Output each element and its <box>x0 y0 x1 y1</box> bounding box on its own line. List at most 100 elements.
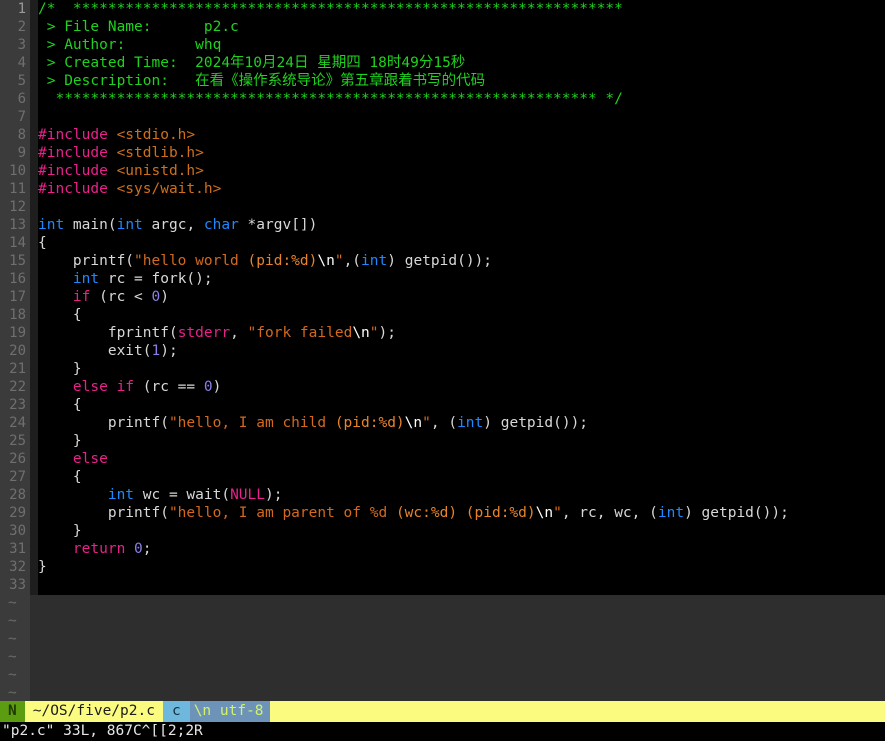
code-line[interactable]: 10 #include <unistd.h> <box>0 162 885 180</box>
code-token: ) <box>160 289 169 305</box>
tilde-marker: ~ <box>8 685 17 701</box>
code-line[interactable]: 14 { <box>0 234 885 252</box>
code-token: rc = fork(); <box>99 271 213 287</box>
code-lines[interactable]: 1 /* ************************************… <box>0 0 885 594</box>
code-line[interactable]: 8 #include <stdio.h> <box>0 126 885 144</box>
line-number: 19 <box>9 325 26 341</box>
code-line[interactable]: 17 if (rc < 0) <box>0 288 885 306</box>
code-token: ) getpid()); <box>387 253 493 269</box>
code-token: (pid:%d) <box>334 415 405 431</box>
status-mode-indicator: N <box>0 701 25 722</box>
vim-editor-area[interactable]: 1 /* ************************************… <box>0 0 885 701</box>
code-line[interactable]: 31 return 0; <box>0 540 885 558</box>
line-number: 17 <box>9 289 26 305</box>
code-line[interactable]: 29 printf("hello, I am parent of %d (wc:… <box>0 504 885 522</box>
code-token: int <box>38 217 65 233</box>
code-line[interactable]: 24 printf("hello, I am child (pid:%d)\n"… <box>0 414 885 432</box>
code-token: ); <box>378 325 396 341</box>
code-line[interactable]: 13 int main(int argc, char *argv[]) <box>0 216 885 234</box>
code-line[interactable]: 3 > Author: whq <box>0 36 885 54</box>
code-token: , <box>230 325 248 341</box>
command-line[interactable]: "p2.c" 33L, 867C^[[2;2R <box>0 722 885 741</box>
code-line[interactable]: 19 fprintf(stderr, "fork failed\n"); <box>0 324 885 342</box>
code-token: #include <box>38 163 108 179</box>
code-line[interactable]: 22 else if (rc == 0) <box>0 378 885 396</box>
code-token: 0 <box>151 289 161 305</box>
code-line[interactable]: 18 { <box>0 306 885 324</box>
code-line[interactable]: 27 { <box>0 468 885 486</box>
code-line[interactable]: 9 #include <stdlib.h> <box>0 144 885 162</box>
code-token: " <box>334 253 344 269</box>
code-line[interactable]: 21 } <box>0 360 885 378</box>
code-token: > Description: 在看《操作系统导论》第五章跟着书写的代码 <box>38 73 486 89</box>
code-token: main( <box>64 217 117 233</box>
code-token: /* *************************************… <box>38 1 623 17</box>
code-line[interactable]: 5 > Description: 在看《操作系统导论》第五章跟着书写的代码 <box>0 72 885 90</box>
code-line[interactable]: 16 int rc = fork(); <box>0 270 885 288</box>
code-token: <stdio.h> <box>116 127 196 143</box>
code-token: <sys/wait.h> <box>116 181 222 197</box>
line-number: 14 <box>9 235 26 251</box>
line-number: 33 <box>9 577 26 593</box>
status-filetype: c <box>162 701 190 722</box>
line-content: } <box>30 522 885 540</box>
line-content: #include <stdlib.h> <box>30 144 885 162</box>
code-line[interactable]: 33 <box>0 576 885 594</box>
line-number: 28 <box>9 487 26 503</box>
code-line[interactable]: 7 <box>0 108 885 126</box>
code-token: <stdlib.h> <box>116 145 204 161</box>
code-line[interactable]: 15 printf("hello world (pid:%d)\n",(int)… <box>0 252 885 270</box>
line-number: 3 <box>17 37 26 53</box>
line-content: printf("hello, I am parent of %d (wc:%d)… <box>30 504 885 522</box>
line-number: 26 <box>9 451 26 467</box>
code-token: 1 <box>151 343 161 359</box>
line-content: if (rc < 0) <box>30 288 885 306</box>
code-token: , ( <box>430 415 458 431</box>
tilde-marker: ~ <box>8 631 17 647</box>
status-filepath: ~/OS/five/p2.c <box>24 701 163 722</box>
line-content: printf("hello world (pid:%d)\n",(int) ge… <box>30 252 885 270</box>
line-content: #include <stdio.h> <box>30 126 885 144</box>
line-number: 27 <box>9 469 26 485</box>
code-token: " <box>553 505 562 521</box>
line-content: fprintf(stderr, "fork failed\n"); <box>30 324 885 342</box>
code-token: { <box>38 469 82 485</box>
code-line[interactable]: 2 > File Name: p2.c <box>0 18 885 36</box>
code-token: } <box>38 559 47 575</box>
code-line[interactable]: 30 } <box>0 522 885 540</box>
code-token: *argv[]) <box>238 217 318 233</box>
code-token: } <box>38 361 82 377</box>
code-line[interactable]: 23 { <box>0 396 885 414</box>
code-token: ); <box>265 487 283 503</box>
code-token: > Created Time: 2024年10月24日 星期四 18时49分15… <box>38 55 466 71</box>
line-content: int wc = wait(NULL); <box>30 486 885 504</box>
line-number: 1 <box>17 1 26 17</box>
line-number: 16 <box>9 271 26 287</box>
code-token: exit( <box>38 343 152 359</box>
line-number: 10 <box>9 163 26 179</box>
line-number: 32 <box>9 559 26 575</box>
tilde-marker: ~ <box>8 613 17 629</box>
line-number: 31 <box>9 541 26 557</box>
code-line[interactable]: 12 <box>0 198 885 216</box>
line-content: > File Name: p2.c <box>30 18 885 36</box>
code-line[interactable]: 11 #include <sys/wait.h> <box>0 180 885 198</box>
code-line[interactable]: 1 /* ************************************… <box>0 0 885 18</box>
line-content: > Author: whq <box>30 36 885 54</box>
code-line[interactable]: 4 > Created Time: 2024年10月24日 星期四 18时49分… <box>0 54 885 72</box>
code-line[interactable]: 6 **************************************… <box>0 90 885 108</box>
code-line[interactable]: 28 int wc = wait(NULL); <box>0 486 885 504</box>
line-number: 4 <box>17 55 26 71</box>
code-line[interactable]: 25 } <box>0 432 885 450</box>
code-line[interactable]: 20 exit(1); <box>0 342 885 360</box>
code-line[interactable]: 26 else <box>0 450 885 468</box>
code-token: stderr <box>177 325 231 341</box>
code-token: ) getpid()); <box>483 415 589 431</box>
line-content: printf("hello, I am child (pid:%d)\n", (… <box>30 414 885 432</box>
code-token: printf( <box>38 415 169 431</box>
code-token: ) getpid()); <box>684 505 789 521</box>
line-number: 23 <box>9 397 26 413</box>
code-line[interactable]: 32} <box>0 558 885 576</box>
